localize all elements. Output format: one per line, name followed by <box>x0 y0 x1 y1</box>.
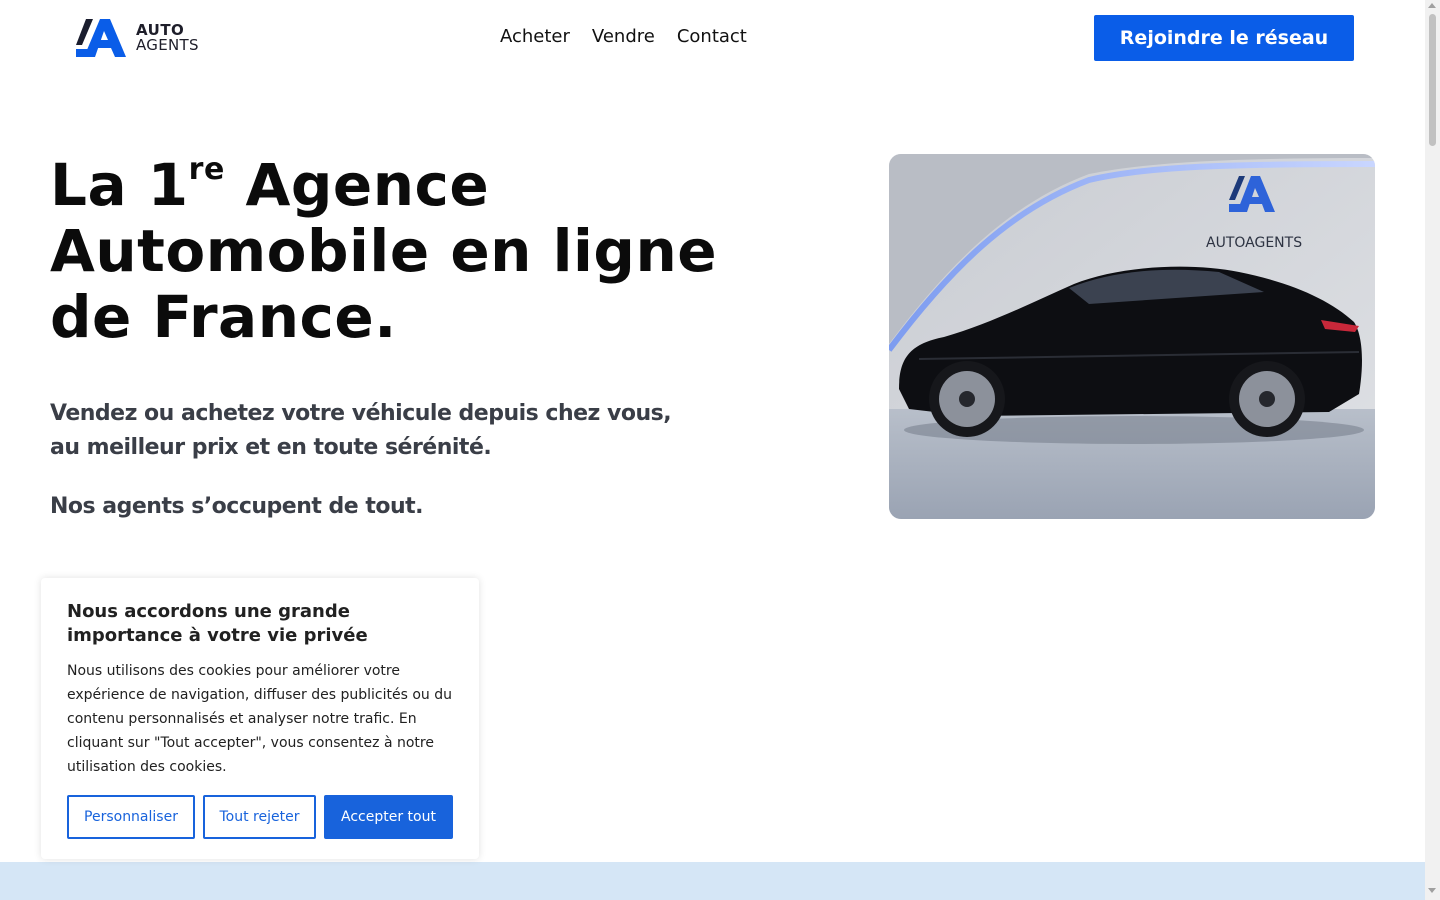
hero-title-part1: La 1 <box>50 151 189 219</box>
nav-item-acheter[interactable]: Acheter <box>500 26 570 47</box>
page-scrollbar[interactable] <box>1425 0 1440 900</box>
cookie-reject-button[interactable]: Tout rejeter <box>203 795 316 839</box>
cookie-customize-button[interactable]: Personnaliser <box>67 795 195 839</box>
cookie-consent-banner: Nous accordons une grande importance à v… <box>41 578 479 859</box>
brand-wordmark: AUTO AGENTS <box>136 23 199 53</box>
cookie-title: Nous accordons une grande importance à v… <box>67 601 368 646</box>
brand-line-2: AGENTS <box>136 36 199 54</box>
brand-logo[interactable]: AUTO AGENTS <box>76 19 199 57</box>
wall-logo-text: AUTOAGENTS <box>1206 235 1302 251</box>
auto-agents-logo-icon <box>76 19 126 57</box>
join-network-button[interactable]: Rejoindre le réseau <box>1094 15 1354 61</box>
car-photo-illustration: AUTOAGENTS <box>889 154 1375 519</box>
hero-title: La 1re Agence Automobile en ligne de Fra… <box>50 152 810 350</box>
nav-item-contact[interactable]: Contact <box>677 26 747 47</box>
nav-item-vendre[interactable]: Vendre <box>592 26 655 47</box>
scrollbar-thumb[interactable] <box>1429 14 1436 146</box>
cookie-description: Nous utilisons des cookies pour améliore… <box>67 663 452 775</box>
scroll-down-arrow-icon[interactable] <box>1428 888 1436 893</box>
hero-subtitle: Vendez ou achetez votre véhicule depuis … <box>50 401 672 460</box>
scroll-up-arrow-icon[interactable] <box>1428 3 1436 8</box>
hero-tagline: Nos agents s’occupent de tout. <box>50 494 424 519</box>
next-section-band <box>0 862 1425 900</box>
site-header: AUTO AGENTS Acheter Vendre Contact Rejoi… <box>0 0 1425 76</box>
hero-title-sup: re <box>188 152 225 187</box>
cookie-accept-button[interactable]: Accepter tout <box>324 795 453 839</box>
hero-car-image: AUTOAGENTS <box>889 154 1375 519</box>
main-nav: Acheter Vendre Contact <box>500 26 747 47</box>
